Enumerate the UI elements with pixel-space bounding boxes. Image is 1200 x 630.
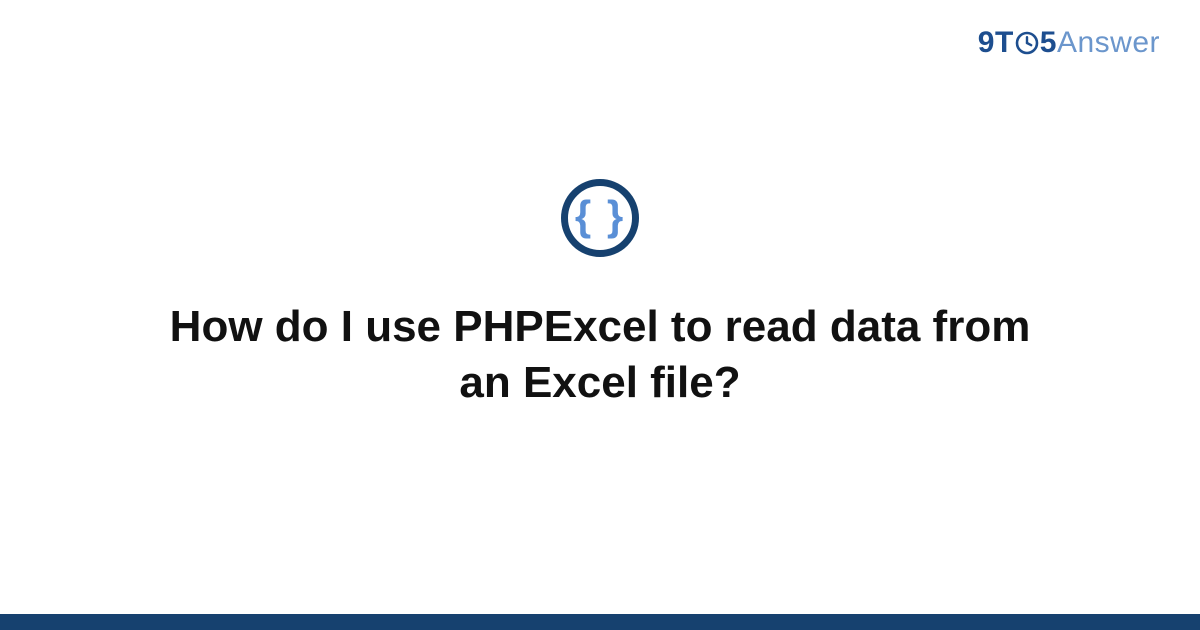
code-icon: { }	[561, 179, 639, 257]
footer-bar	[0, 614, 1200, 630]
question-title: How do I use PHPExcel to read data from …	[150, 299, 1050, 412]
page-root: 9T5Answer { } How do I use PHPExcel to r…	[0, 0, 1200, 630]
content-center: { } How do I use PHPExcel to read data f…	[0, 0, 1200, 630]
braces-icon: { }	[575, 195, 625, 237]
